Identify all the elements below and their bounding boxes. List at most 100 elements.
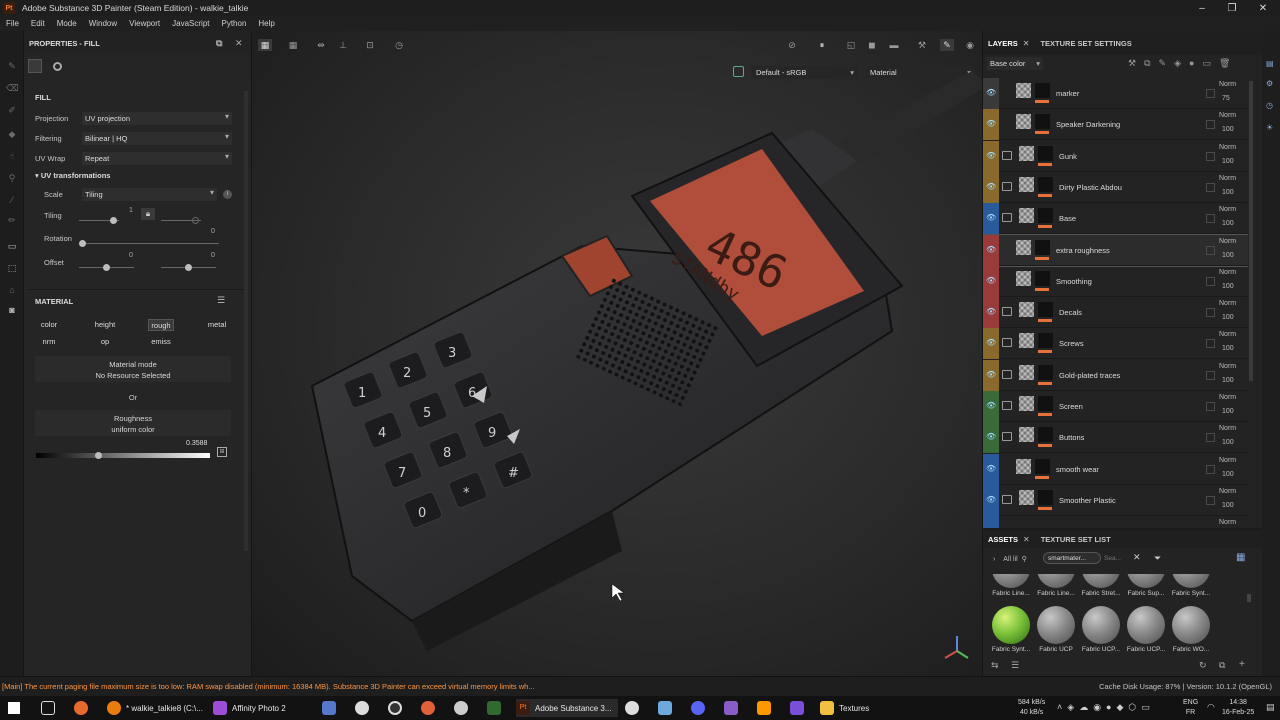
viewport[interactable]: ▦ ▦ ⇹ ⊥ ⊡ ◷ ⊘ ⏸ ◱ ◼ ▬ ⚒ ✎ ◉ Default - sR… [252,31,982,676]
layer-opacity[interactable]: 100 [1222,439,1234,446]
asset-tile[interactable]: Fabric Line... [989,574,1033,597]
eye-icon[interactable]: 👁︎ [986,245,996,255]
layer-opacity[interactable]: 100 [1222,126,1234,133]
texture-settings-dock-icon[interactable]: ⚙ [1266,79,1276,89]
tiling-slider-knob[interactable] [110,217,117,224]
layer-row[interactable]: 👁︎ Screen Norm 100 [983,391,1248,422]
layer-opacity[interactable]: 100 [1222,408,1234,415]
info-icon[interactable]: i [223,189,232,199]
close-panel-icon[interactable]: ✕ [235,38,243,49]
taskbar-item-blender[interactable]: * walkie_talkie8 (C:\... [107,699,203,717]
layer-blend-mode[interactable]: Norm [1219,206,1236,213]
eyedropper-icon[interactable]: ⊞ [217,447,227,457]
effect-icon[interactable]: ⚒ [1128,58,1144,68]
layer-opacity[interactable]: 100 [1222,471,1234,478]
layer-blend-mode[interactable]: Norm [1219,331,1236,338]
offset-x-slider-knob[interactable] [103,264,110,271]
windows-start-icon[interactable] [8,699,25,717]
layer-select-checkbox[interactable] [1206,89,1215,98]
roughness-slider-track[interactable] [36,453,210,458]
channel-rough[interactable]: rough [148,319,174,331]
offset-y-slider-knob[interactable] [185,264,192,271]
material-mode-box[interactable]: Material mode No Resource Selected [35,356,231,382]
app-orange-icon[interactable] [421,699,440,717]
layer-opacity[interactable]: 100 [1222,220,1234,227]
fill-layer-icon[interactable]: ◈ [1174,58,1189,68]
layer-blend-mode[interactable]: Norm [1219,238,1236,245]
layer-opacity[interactable]: 100 [1222,314,1234,321]
layer-select-checkbox[interactable] [1206,245,1215,255]
layer-blend-mode[interactable]: Norm [1219,112,1236,119]
clone-tool-icon[interactable]: ⚲ [6,173,18,183]
taskbar-item-textures[interactable]: Textures [820,699,869,717]
scale-dropdown[interactable]: Tiling [82,187,217,201]
tab-assets[interactable]: ASSETS [983,535,1023,544]
layer-row[interactable]: 👁︎ Gunk Norm 100 [983,140,1248,172]
roughness-box[interactable]: Roughness uniform color [35,410,231,436]
uv-transformations-toggle[interactable]: ▾ UV transformations [35,171,110,180]
layers-dock-icon[interactable]: ▤ [1266,59,1276,69]
new-window-icon[interactable]: ⧉ [1219,660,1225,671]
asset-tile[interactable]: Fabric UCP... [1079,606,1123,653]
layer-opacity[interactable]: 100 [1222,252,1234,259]
assets-search-input[interactable] [1104,552,1134,564]
bluetooth-icon[interactable]: ⬡ [1128,702,1141,712]
obs-icon[interactable] [388,699,407,717]
menu-window[interactable]: Window [83,19,123,28]
eye-icon[interactable]: 👁︎ [986,213,996,223]
close-assets-icon[interactable]: ✕ [1023,535,1030,544]
layer-row[interactable]: 👁︎ Gold-plated traces Norm 100 [983,359,1248,391]
taskbar-item-affinity[interactable]: Affinity Photo 2 [213,699,286,717]
volume-icon[interactable]: ◆ [1116,702,1128,712]
taskbar-item-painter[interactable]: Pt Adobe Substance 3... [516,699,618,717]
channel-emiss[interactable]: emiss [136,336,186,348]
clock[interactable]: 14:38 16-Feb-25 [1222,698,1254,718]
inkscape-icon[interactable] [658,699,677,717]
shield-icon[interactable]: ◈ [1067,702,1079,712]
layer-blend-mode[interactable]: Norm [1219,425,1236,432]
tab-layers[interactable]: LAYERS [983,39,1023,48]
minimize-button[interactable]: – [1187,0,1217,16]
layer-row[interactable]: 👁︎ marker Norm 75 [983,78,1248,109]
layer-select-checkbox[interactable] [1206,370,1215,380]
layer-blend-mode[interactable]: Norm [1219,519,1236,526]
layer-blend-mode[interactable]: Norm [1219,269,1236,276]
designer-ds-icon[interactable] [487,699,506,717]
bake-icon[interactable]: ⬚ [6,263,18,273]
layer-row[interactable]: 👁︎ Dirty Plastic Abdou Norm 100 [983,171,1248,203]
firefox-icon[interactable] [74,699,93,717]
menu-edit[interactable]: Edit [25,19,51,28]
layer-row[interactable]: 👁︎ Base Norm 100 [983,203,1248,235]
layer-blend-mode[interactable]: Norm [1219,394,1236,401]
add-asset-icon[interactable]: + [1239,659,1245,670]
layer-select-checkbox[interactable] [1206,120,1215,130]
layer-blend-mode[interactable]: Norm [1219,81,1236,88]
maximize-button[interactable]: ❐ [1217,0,1247,16]
layer-select-checkbox[interactable] [1206,402,1215,411]
clear-search-icon[interactable]: ✕ [1133,552,1141,563]
layer-opacity[interactable]: 100 [1222,283,1234,290]
polygon-fill-tool-icon[interactable]: ◆ [6,129,18,139]
channel-op[interactable]: op [80,336,130,348]
layer-blend-mode[interactable]: Norm [1219,488,1236,495]
eye-icon[interactable]: 👁︎ [986,464,996,474]
eye-icon[interactable]: 👁︎ [986,119,996,129]
layer-select-checkbox[interactable] [1206,276,1215,286]
layer-blend-mode[interactable]: Norm [1219,175,1236,182]
material-tab-icon[interactable] [53,62,62,71]
menu-viewport[interactable]: Viewport [123,19,166,28]
layer-select-checkbox[interactable] [1206,151,1215,161]
grid-view-toggle-icon[interactable]: ▦ [1236,552,1245,563]
asset-tile[interactable]: Fabric Synt... [989,606,1033,653]
filter-icon[interactable]: ⏷ [1154,553,1161,564]
projection-dropdown[interactable]: UV projection [82,111,232,125]
cloud-icon[interactable]: ☁ [1079,702,1093,712]
github-icon[interactable] [625,699,644,717]
snapshot-icon[interactable]: ◙ [6,305,18,315]
layer-row[interactable]: 👁︎ Decals Norm 100 [983,297,1248,329]
filter-all[interactable]: All lil [1003,556,1017,563]
layer-select-checkbox[interactable] [1206,339,1215,349]
menu-python[interactable]: Python [216,19,253,28]
layer-blend-mode[interactable]: Norm [1219,144,1236,151]
import-icon[interactable]: ⇆ [991,660,999,671]
